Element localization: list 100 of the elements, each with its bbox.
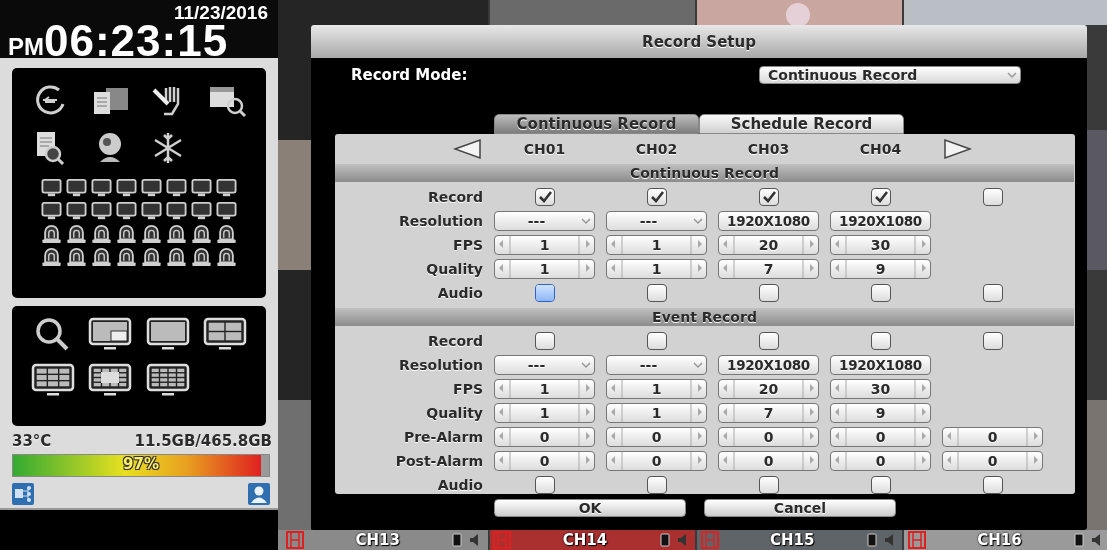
checkbox[interactable] [870,476,891,494]
value-spinner[interactable]: 9 [830,259,931,279]
alarm-light-icon[interactable] [90,247,113,267]
center-view-icon[interactable] [88,362,133,398]
resolution-dropdown[interactable]: --- [606,211,707,231]
alarm-light-icon[interactable] [65,247,88,267]
resolution-dropdown[interactable]: 1920X1080 [830,355,931,375]
checkbox[interactable] [646,476,667,494]
picture-in-picture-view-icon[interactable] [88,316,133,352]
value-spinner[interactable]: 0 [606,427,707,447]
value-spinner[interactable]: 0 [830,451,931,471]
alarm-light-icon[interactable] [190,224,213,244]
value-spinner[interactable]: 0 [942,427,1043,447]
value-spinner[interactable]: 9 [830,403,931,423]
tab[interactable]: Schedule Record [699,114,904,134]
monitor-icon[interactable] [90,201,113,221]
checkbox[interactable] [646,284,667,302]
quad-view-icon[interactable] [203,316,248,352]
alarm-light-icon[interactable] [140,224,163,244]
monitor-icon[interactable] [115,178,138,198]
monitor-icon[interactable] [190,178,213,198]
value-spinner[interactable]: 20 [718,379,819,399]
value-spinner[interactable]: 0 [606,451,707,471]
network-icon[interactable] [12,483,34,505]
checkbox[interactable] [982,476,1003,494]
monitor-icon[interactable] [40,201,63,221]
previous-arrow-icon[interactable] [453,137,483,161]
monitor-icon[interactable] [165,201,188,221]
monitor-icon[interactable] [215,201,238,221]
checkbox[interactable] [758,284,779,302]
monitor-icon[interactable] [115,201,138,221]
value-spinner[interactable]: 0 [718,427,819,447]
value-spinner[interactable]: 1 [494,235,595,255]
nine-view-icon[interactable] [30,362,75,398]
value-spinner[interactable]: 30 [830,235,931,255]
checkbox[interactable] [758,476,779,494]
alarm-light-icon[interactable] [215,247,238,267]
resolution-dropdown[interactable]: --- [606,355,707,375]
value-spinner[interactable]: 1 [606,235,707,255]
monitor-icon[interactable] [40,178,63,198]
value-spinner[interactable]: 0 [494,427,595,447]
single-view-icon[interactable] [145,316,190,352]
alarm-light-icon[interactable] [90,224,113,244]
value-spinner[interactable]: 0 [830,427,931,447]
value-spinner[interactable]: 1 [494,379,595,399]
alarm-light-icon[interactable] [115,247,138,267]
resolution-dropdown[interactable]: 1920X1080 [718,211,819,231]
dialog-button[interactable]: OK [494,499,686,517]
checkbox[interactable] [758,188,779,206]
alarm-light-icon[interactable] [190,247,213,267]
checkbox[interactable] [758,332,779,350]
value-spinner[interactable]: 0 [942,451,1043,471]
checkbox[interactable] [982,284,1003,302]
checkbox[interactable] [534,476,555,494]
monitor-icon[interactable] [165,178,188,198]
checkbox[interactable] [534,332,555,350]
monitor-icon[interactable] [215,178,238,198]
monitor-icon[interactable] [190,201,213,221]
checkbox[interactable] [870,332,891,350]
user-icon[interactable] [248,483,270,505]
alarm-light-icon[interactable] [140,247,163,267]
value-spinner[interactable]: 7 [718,403,819,423]
monitor-icon[interactable] [65,178,88,198]
monitor-icon[interactable] [65,201,88,221]
resolution-dropdown[interactable]: 1920X1080 [830,211,931,231]
tab[interactable]: Continuous Record [494,114,699,134]
monitor-icon[interactable] [90,178,113,198]
value-spinner[interactable]: 1 [494,403,595,423]
next-arrow-icon[interactable] [942,137,972,161]
value-spinner[interactable]: 1 [494,259,595,279]
value-spinner[interactable]: 0 [718,451,819,471]
alarm-light-icon[interactable] [165,224,188,244]
value-spinner[interactable]: 20 [718,235,819,255]
value-spinner[interactable]: 7 [718,259,819,279]
checkbox[interactable] [646,188,667,206]
alarm-light-icon[interactable] [115,224,138,244]
value-spinner[interactable]: 1 [606,379,707,399]
resolution-dropdown[interactable]: --- [494,211,595,231]
value-spinner[interactable]: 1 [606,403,707,423]
monitor-icon[interactable] [140,178,163,198]
checkbox[interactable] [534,284,555,302]
value-spinner[interactable]: 30 [830,379,931,399]
alarm-light-icon[interactable] [165,247,188,267]
value-spinner[interactable]: 1 [606,259,707,279]
alarm-light-icon[interactable] [40,224,63,244]
alarm-light-icon[interactable] [40,247,63,267]
value-spinner[interactable]: 0 [494,451,595,471]
sixteen-view-icon[interactable] [145,362,190,398]
checkbox[interactable] [982,332,1003,350]
checkbox[interactable] [646,332,667,350]
record-mode-dropdown[interactable]: Continuous Record [759,66,1021,84]
checkbox[interactable] [870,284,891,302]
resolution-dropdown[interactable]: --- [494,355,595,375]
resolution-dropdown[interactable]: 1920X1080 [718,355,819,375]
dialog-button[interactable]: Cancel [704,499,896,517]
monitor-icon[interactable] [140,201,163,221]
alarm-light-icon[interactable] [65,224,88,244]
alarm-light-icon[interactable] [215,224,238,244]
checkbox[interactable] [982,188,1003,206]
checkbox[interactable] [870,188,891,206]
